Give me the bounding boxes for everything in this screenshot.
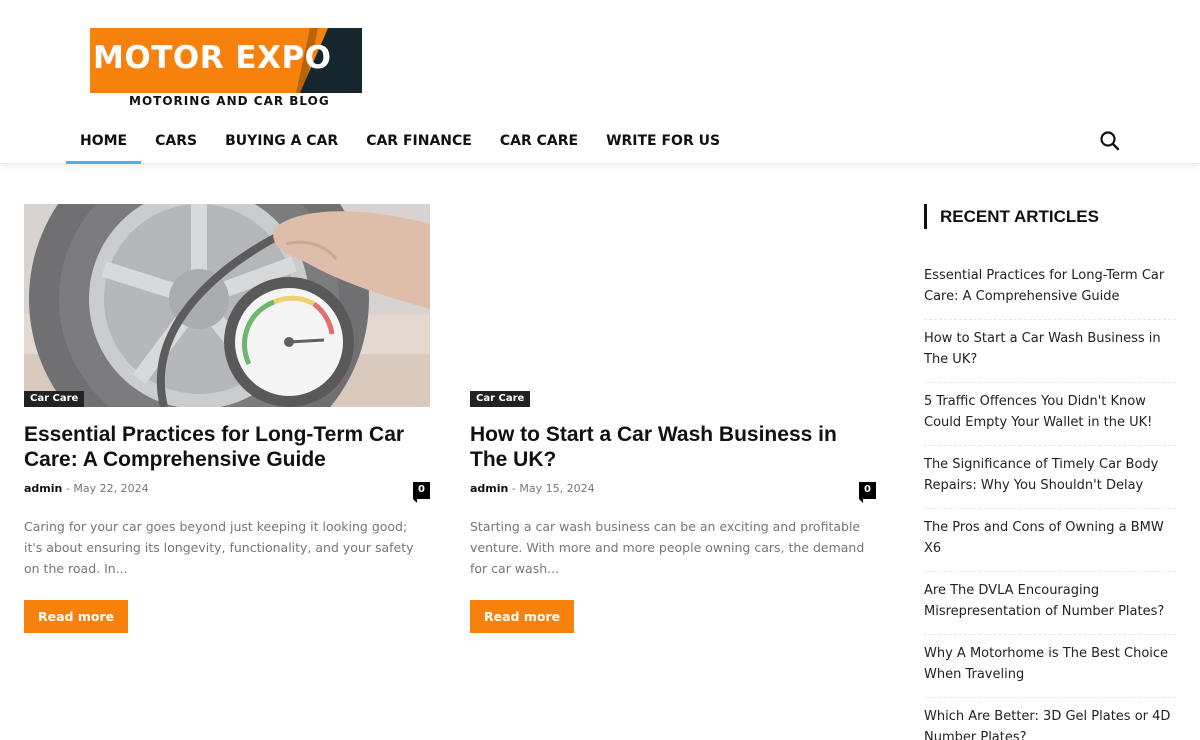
category-badge[interactable]: Car Care [24, 391, 85, 407]
category-badge[interactable]: Car Care [470, 391, 531, 407]
read-more-button[interactable]: Read more [24, 600, 129, 633]
post-author[interactable]: admin [24, 482, 62, 495]
logo-banner: MOTOR EXPO [90, 28, 362, 93]
recent-article-link[interactable]: How to Start a Car Wash Business in The … [924, 320, 1176, 383]
post-meta: admin - May 22, 2024 0 [24, 482, 430, 503]
recent-article-link[interactable]: 5 Traffic Offences You Didn't Know Could… [924, 383, 1176, 446]
site-header: MOTOR EXPO MOTORING AND CAR BLOG HOME CA… [0, 0, 1200, 164]
search-icon[interactable] [1098, 129, 1122, 153]
tire-pressure-gauge-image [24, 204, 430, 407]
post-meta: admin - May 15, 2024 0 [470, 482, 876, 503]
comment-count-badge[interactable]: 0 [413, 482, 430, 503]
post-excerpt: Starting a car wash business can be an e… [470, 519, 865, 576]
post-card: Car Care Essential Practices for Long-Te… [24, 204, 430, 633]
nav-item-car-finance[interactable]: CAR FINANCE [352, 118, 486, 164]
site-logo[interactable]: MOTOR EXPO MOTORING AND CAR BLOG [90, 28, 362, 110]
sidebar-recent-articles: RECENT ARTICLES Essential Practices for … [924, 204, 1176, 740]
nav-item-car-care[interactable]: CAR CARE [486, 118, 592, 164]
recent-article-link[interactable]: Are The DVLA Encouraging Misrepresentati… [924, 572, 1176, 635]
recent-article-link[interactable]: Which Are Better: 3D Gel Plates or 4D Nu… [924, 698, 1176, 740]
post-thumbnail[interactable]: Car Care [24, 204, 430, 407]
nav-item-home[interactable]: HOME [66, 118, 142, 164]
main-nav: HOME CARS BUYING A CAR CAR FINANCE CAR C… [66, 118, 734, 164]
recent-article-link[interactable]: Why A Motorhome is The Best Choice When … [924, 635, 1176, 698]
logo-tagline: MOTORING AND CAR BLOG [129, 94, 330, 108]
logo-text: MOTOR EXPO [93, 40, 332, 76]
post-title[interactable]: How to Start a Car Wash Business in The … [470, 422, 876, 472]
post-title[interactable]: Essential Practices for Long-Term Car Ca… [24, 422, 430, 472]
post-date: May 15, 2024 [519, 482, 595, 495]
nav-item-cars[interactable]: CARS [141, 118, 211, 164]
nav-item-write-for-us[interactable]: WRITE FOR US [592, 118, 734, 164]
post-author[interactable]: admin [470, 482, 508, 495]
post-excerpt: Caring for your car goes beyond just kee… [24, 519, 414, 576]
nav-item-buying-a-car[interactable]: BUYING A CAR [211, 118, 352, 164]
recent-articles-list: Essential Practices for Long-Term Car Ca… [924, 257, 1176, 740]
post-thumbnail[interactable]: Car Care [470, 204, 876, 407]
read-more-button[interactable]: Read more [470, 600, 575, 633]
recent-article-link[interactable]: The Significance of Timely Car Body Repa… [924, 446, 1176, 509]
comment-count-badge[interactable]: 0 [859, 482, 876, 503]
widget-title: RECENT ARTICLES [924, 204, 1176, 229]
post-date: May 22, 2024 [73, 482, 149, 495]
recent-article-link[interactable]: Essential Practices for Long-Term Car Ca… [924, 257, 1176, 320]
post-card: Car Care How to Start a Car Wash Busines… [470, 204, 876, 633]
recent-article-link[interactable]: The Pros and Cons of Owning a BMW X6 [924, 509, 1176, 572]
